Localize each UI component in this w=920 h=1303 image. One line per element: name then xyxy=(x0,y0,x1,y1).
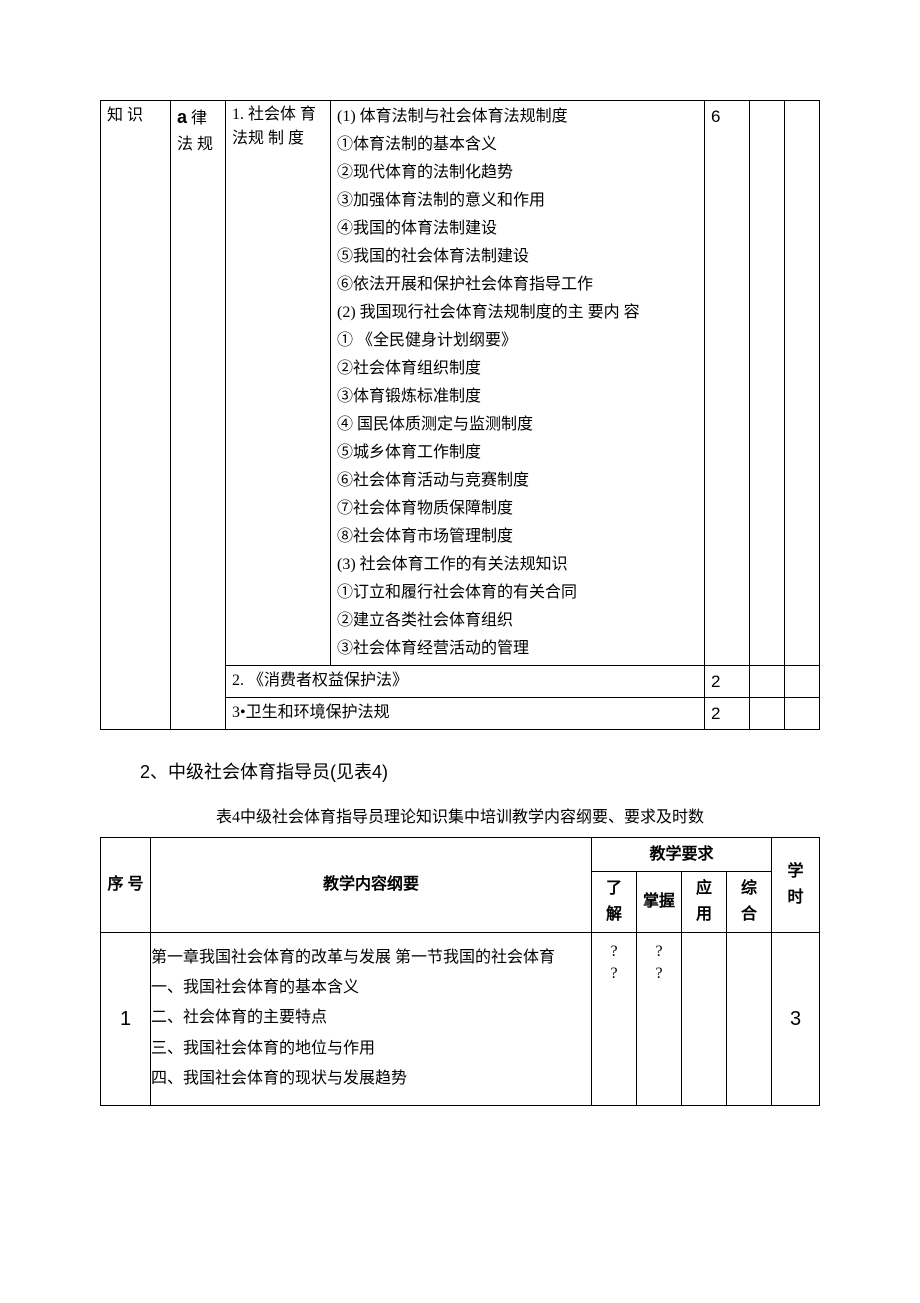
table4: 序 号 教学内容纲要 教学要求 学 时 了 解 掌握 应 用 综 合 1 第一章… xyxy=(100,837,820,1106)
th-yingyong: 应 用 xyxy=(682,872,727,932)
cell-c7 xyxy=(785,698,820,730)
th-req-group: 教学要求 xyxy=(592,837,772,872)
cell-col1: 知 识 xyxy=(101,101,171,730)
th-xu: 序 号 xyxy=(101,837,151,932)
section-heading: 2、中级社会体育指导员(见表4) xyxy=(140,758,820,787)
cell-c5: 2 xyxy=(705,666,750,698)
cell-c3: 2. 《消费者权益保护法》 xyxy=(226,666,705,698)
cell-c7 xyxy=(785,666,820,698)
cell-xueshi: 3 xyxy=(772,932,820,1105)
cell-c4: (1) 体育法制与社会体育法规制度①体育法制的基本含义②现代体育的法制化趋势③加… xyxy=(331,101,705,666)
cell-yingyong xyxy=(682,932,727,1105)
th-xueshi: 学 时 xyxy=(772,837,820,932)
th-outline: 教学内容纲要 xyxy=(151,837,592,932)
cell-zonghe xyxy=(727,932,772,1105)
table-row: 知 识 a 律 法 规 1. 社会体 育法规 制 度 (1) 体育法制与社会体育… xyxy=(101,101,820,666)
th-liaojie: 了 解 xyxy=(592,872,637,932)
cell-c7 xyxy=(785,101,820,666)
cell-col2: a 律 法 规 xyxy=(171,101,226,730)
cell-c3: 3•卫生和环境保护法规 xyxy=(226,698,705,730)
bold-letter: a xyxy=(177,107,187,127)
cell-liaojie: ?? xyxy=(592,932,637,1105)
cell-no: 1 xyxy=(101,932,151,1105)
cell-c6 xyxy=(750,101,785,666)
table-header-row: 序 号 教学内容纲要 教学要求 学 时 xyxy=(101,837,820,872)
cell-zhangwo: ?? xyxy=(637,932,682,1105)
cell-c6 xyxy=(750,698,785,730)
th-zhangwo: 掌握 xyxy=(637,872,682,932)
cell-c6 xyxy=(750,666,785,698)
th-zonghe: 综 合 xyxy=(727,872,772,932)
table4-caption: 表4中级社会体育指导员理论知识集中培训教学内容纲要、要求及时数 xyxy=(100,805,820,831)
cell-outline: 第一章我国社会体育的改革与发展 第一节我国的社会体育一、我国社会体育的基本含义二… xyxy=(151,932,592,1105)
cell-c5: 2 xyxy=(705,698,750,730)
table-legal-knowledge: 知 识 a 律 法 规 1. 社会体 育法规 制 度 (1) 体育法制与社会体育… xyxy=(100,100,820,730)
cell-c5: 6 xyxy=(705,101,750,666)
cell-c3: 1. 社会体 育法规 制 度 xyxy=(226,101,331,666)
table-row: 1 第一章我国社会体育的改革与发展 第一节我国的社会体育一、我国社会体育的基本含… xyxy=(101,932,820,1105)
